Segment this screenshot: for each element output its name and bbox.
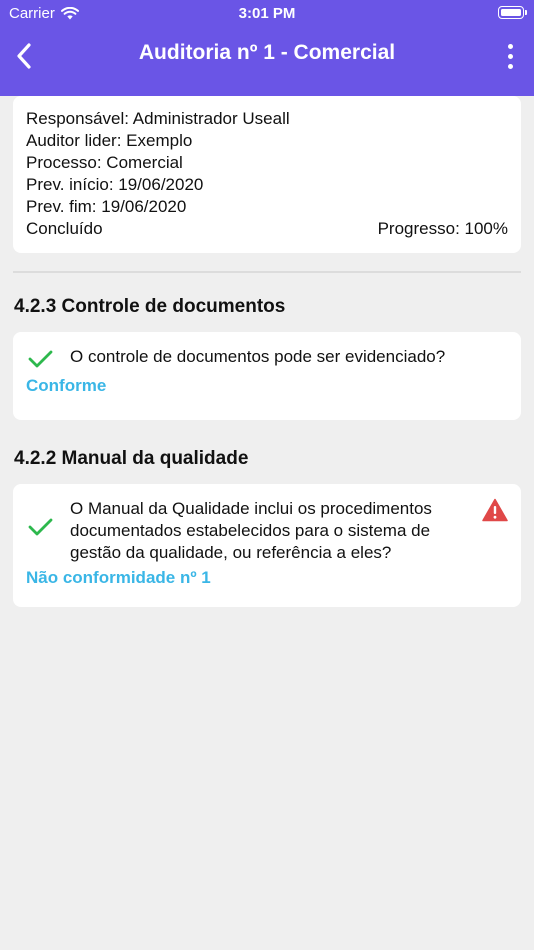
nonconformity-link[interactable]: Não conformidade nº 1 — [26, 568, 508, 588]
question-row: O Manual da Qualidade inclui os procedim… — [26, 498, 508, 564]
question-text: O controle de documentos pode ser eviden… — [70, 347, 446, 366]
back-chevron-icon — [17, 43, 31, 69]
navigation-bar: Auditoria nº 1 - Comercial — [0, 28, 534, 96]
planned-end-text: Prev. fim: 19/06/2020 — [26, 197, 187, 216]
question-card[interactable]: O Manual da Qualidade inclui os procedim… — [13, 484, 521, 607]
more-vertical-icon-dot — [507, 53, 513, 59]
lead-auditor-text: Auditor lider: Exemplo — [26, 131, 193, 150]
planned-start-text: Prev. início: 19/06/2020 — [26, 175, 204, 194]
question-row: O controle de documentos pode ser eviden… — [26, 346, 508, 370]
warning-icon[interactable] — [482, 498, 508, 522]
process-text: Processo: Comercial — [26, 153, 183, 172]
page-title: Auditoria nº 1 - Comercial — [138, 41, 396, 64]
divider — [13, 271, 521, 273]
audit-status: Concluído — [26, 219, 103, 238]
more-options-button[interactable] — [498, 38, 522, 74]
back-button[interactable] — [6, 38, 42, 74]
status-bar: Carrier 3:01 PM — [0, 0, 534, 28]
progress-text: Progresso: 100% — [377, 219, 508, 238]
question-card[interactable]: O controle de documentos pode ser eviden… — [13, 332, 521, 420]
battery-icon — [498, 6, 527, 19]
check-icon — [28, 350, 53, 368]
status-row: Concluído Progresso: 100% — [26, 218, 508, 240]
check-icon — [28, 518, 53, 536]
result-link[interactable]: Conforme — [26, 376, 508, 396]
status-time: 3:01 PM — [238, 5, 296, 22]
responsible-text: Responsável: Administrador Useall — [26, 109, 290, 128]
section-title: 4.2.3 Controle de documentos — [14, 296, 286, 317]
section-title: 4.2.2 Manual da qualidade — [14, 448, 249, 469]
question-text: O Manual da Qualidade inclui os procedim… — [70, 499, 432, 562]
more-vertical-icon-dot — [507, 63, 513, 69]
more-vertical-icon — [507, 43, 513, 49]
audit-info-card: Responsável: Administrador Useall Audito… — [13, 96, 521, 253]
app-header: Carrier 3:01 PM Auditoria nº 1 - Comerci… — [0, 0, 534, 96]
